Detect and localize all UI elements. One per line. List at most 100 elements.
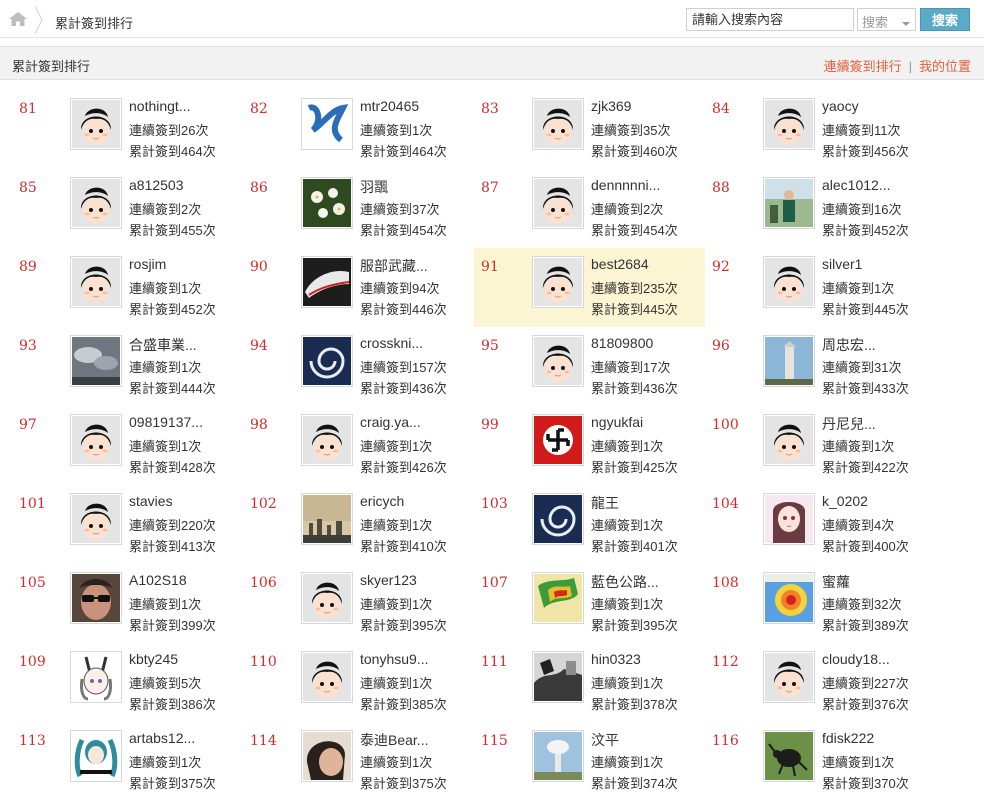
username-link[interactable]: ericych: [360, 493, 404, 509]
username-link[interactable]: 藍色公路...: [591, 572, 659, 592]
default-avatar[interactable]: [763, 98, 815, 150]
default-avatar[interactable]: [70, 177, 122, 229]
username-link[interactable]: 龍王: [591, 493, 619, 513]
username-link[interactable]: dennnnni...: [591, 177, 660, 193]
total-checkin-count: 累計簽到452次: [822, 223, 909, 238]
total-checkin-count: 累計簽到400次: [822, 539, 909, 554]
username-link[interactable]: ngyukfai: [591, 414, 643, 430]
total-checkin-count: 累計簽到454次: [360, 223, 447, 238]
search-type-select[interactable]: 搜索: [857, 8, 916, 31]
default-avatar[interactable]: [301, 651, 353, 703]
total-checkin-count: 累計簽到375次: [360, 776, 447, 791]
consecutive-ranking-link[interactable]: 連續簽到排行: [824, 59, 902, 74]
flowers-avatar[interactable]: [301, 177, 353, 229]
anime-twintail-avatar[interactable]: [70, 730, 122, 782]
default-avatar[interactable]: [532, 256, 584, 308]
total-checkin-count: 累計簽到464次: [129, 144, 216, 159]
ranking-entry: 93 合盛車業... 連續簽到1次 累計簽到444次: [12, 327, 243, 406]
default-avatar[interactable]: [301, 414, 353, 466]
username-link[interactable]: yaocy: [822, 98, 859, 114]
default-avatar[interactable]: [532, 177, 584, 229]
username-link[interactable]: k_0202: [822, 493, 868, 509]
username-link[interactable]: artabs12...: [129, 730, 195, 746]
username-link[interactable]: craig.ya...: [360, 414, 421, 430]
username-link[interactable]: silver1: [822, 256, 862, 272]
train-avatar[interactable]: [301, 256, 353, 308]
rank-number: 89: [19, 259, 37, 275]
username-link[interactable]: 蜜蘿: [822, 572, 850, 592]
username-link[interactable]: tonyhsu9...: [360, 651, 429, 667]
breadcrumb-current: 累計簽到排行: [55, 16, 134, 31]
default-avatar[interactable]: [763, 651, 815, 703]
default-avatar[interactable]: [70, 414, 122, 466]
consecutive-checkin-count: 連續簽到1次: [591, 597, 664, 612]
username-link[interactable]: kbty245: [129, 651, 178, 667]
radar-map-avatar[interactable]: [532, 572, 584, 624]
default-avatar[interactable]: [763, 414, 815, 466]
username-link[interactable]: fdisk222: [822, 730, 874, 746]
default-avatar[interactable]: [70, 256, 122, 308]
default-avatar[interactable]: [70, 98, 122, 150]
username-link[interactable]: 汶平: [591, 730, 619, 750]
my-position-link[interactable]: 我的位置: [919, 59, 971, 74]
username-link[interactable]: 泰迪Bear...: [360, 730, 428, 750]
username-link[interactable]: rosjim: [129, 256, 166, 272]
default-avatar[interactable]: [70, 493, 122, 545]
username-link[interactable]: 09819137...: [129, 414, 203, 430]
username-link[interactable]: best2684: [591, 256, 649, 272]
mushroom-cloud-avatar[interactable]: [532, 730, 584, 782]
default-avatar[interactable]: [532, 98, 584, 150]
username-link[interactable]: mtr20465: [360, 98, 419, 114]
typhoon-satellite-avatar[interactable]: [301, 335, 353, 387]
anime-girl-avatar[interactable]: [763, 493, 815, 545]
username-link[interactable]: zjk369: [591, 98, 631, 114]
consecutive-checkin-count: 連續簽到1次: [360, 676, 433, 691]
username-link[interactable]: nothingt...: [129, 98, 191, 114]
sunglasses-avatar[interactable]: [70, 572, 122, 624]
chevron-down-icon: [902, 22, 910, 26]
search-button[interactable]: 搜索: [920, 8, 970, 31]
consecutive-checkin-count: 連續簽到31次: [822, 360, 902, 375]
default-avatar[interactable]: [763, 256, 815, 308]
person-face-avatar[interactable]: [301, 730, 353, 782]
default-avatar[interactable]: [301, 572, 353, 624]
typhoon-satellite-avatar[interactable]: [532, 493, 584, 545]
username-link[interactable]: alec1012...: [822, 177, 891, 193]
default-avatar[interactable]: [532, 335, 584, 387]
username-link[interactable]: 羽飁: [360, 177, 388, 197]
rank-number: 113: [19, 733, 46, 749]
ranking-entry: 116 fdisk222 連續簽到1次 累計簽到370次: [705, 722, 936, 800]
username-link[interactable]: 81809800: [591, 335, 653, 351]
blue-brush-avatar[interactable]: [301, 98, 353, 150]
consecutive-checkin-count: 連續簽到26次: [129, 123, 209, 138]
cloudy-sky-avatar[interactable]: [70, 335, 122, 387]
tower-avatar[interactable]: [763, 335, 815, 387]
username-link[interactable]: stavies: [129, 493, 173, 509]
breadcrumb-chevron-icon: [34, 6, 43, 34]
username-link[interactable]: A102S18: [129, 572, 187, 588]
total-checkin-count: 累計簽到389次: [822, 618, 909, 633]
ranking-entry: 102 ericych 連續簽到1次 累計簽到410次: [243, 485, 474, 564]
total-checkin-count: 累計簽到422次: [822, 460, 909, 475]
total-checkin-count: 累計簽到385次: [360, 697, 447, 712]
anime-bunny-avatar[interactable]: [70, 651, 122, 703]
heatmap-avatar[interactable]: [763, 572, 815, 624]
red-flag-avatar[interactable]: [532, 414, 584, 466]
username-link[interactable]: 丹尼兒...: [822, 414, 876, 434]
username-link[interactable]: skyer123: [360, 572, 417, 588]
username-link[interactable]: crosskni...: [360, 335, 423, 351]
bw-photo-avatar[interactable]: [532, 651, 584, 703]
username-link[interactable]: cloudy18...: [822, 651, 890, 667]
person-outdoor-avatar[interactable]: [763, 177, 815, 229]
city-sunset-avatar[interactable]: [301, 493, 353, 545]
username-link[interactable]: 合盛車業...: [129, 335, 197, 355]
home-icon[interactable]: [8, 11, 28, 27]
username-link[interactable]: 服部武藏...: [360, 256, 428, 276]
beetle-avatar[interactable]: [763, 730, 815, 782]
search-input[interactable]: [686, 8, 854, 31]
total-checkin-count: 累計簽到395次: [360, 618, 447, 633]
rank-number: 96: [712, 338, 730, 354]
username-link[interactable]: 周忠宏...: [822, 335, 876, 355]
username-link[interactable]: hin0323: [591, 651, 641, 667]
username-link[interactable]: a812503: [129, 177, 184, 193]
